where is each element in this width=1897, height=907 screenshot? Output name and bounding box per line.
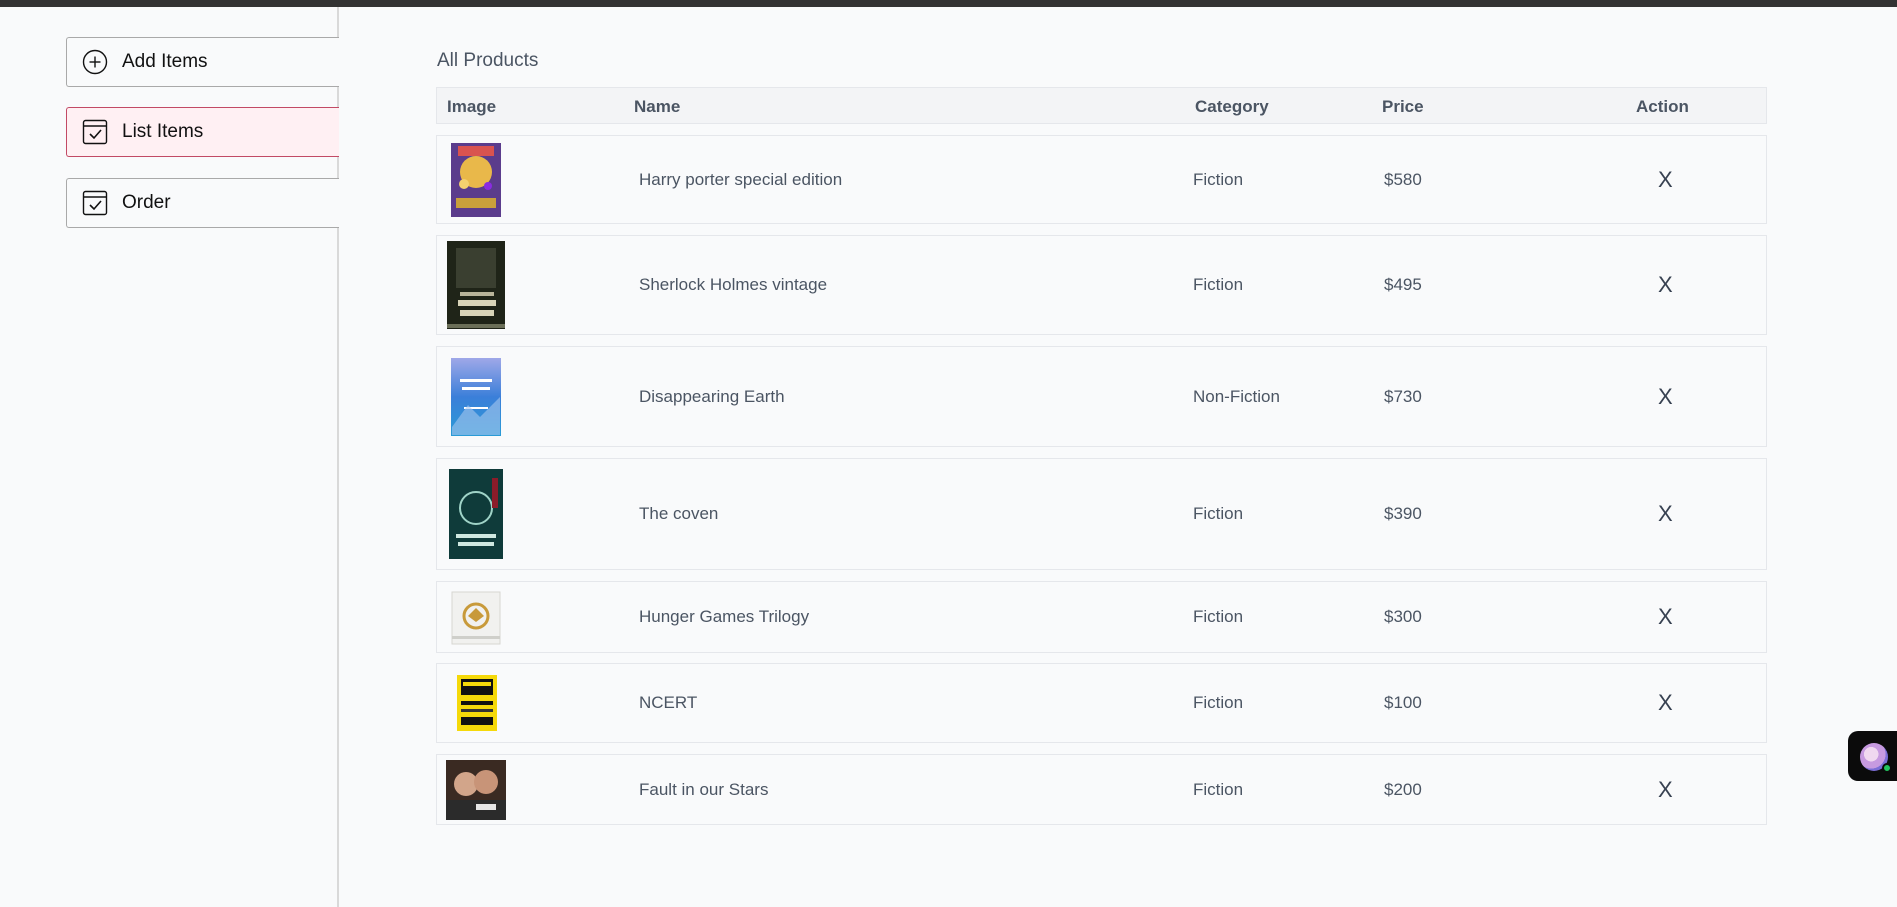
column-header-image: Image [447, 97, 497, 116]
product-category: Fiction [1193, 693, 1244, 712]
product-price: $390 [1384, 504, 1422, 523]
product-name: Sherlock Holmes vintage [639, 275, 828, 294]
product-name: Disappearing Earth [639, 386, 785, 406]
page-title: All Products [437, 50, 539, 71]
remove-item-button[interactable]: X [1658, 690, 1673, 716]
table-header: Image Name Category Price Action [436, 87, 1767, 124]
product-price: $730 [1384, 386, 1422, 406]
product-price: $100 [1384, 693, 1422, 712]
column-header-name: Name [634, 97, 681, 116]
table-row: Sherlock Holmes vintage Fiction $495 X [436, 235, 1767, 335]
sidebar-item-label: List Items [122, 121, 204, 142]
product-category: Fiction [1193, 169, 1244, 189]
product-name: Fault in our Stars [639, 779, 769, 799]
remove-item-button[interactable]: X [1658, 167, 1673, 193]
remove-item-button[interactable]: X [1658, 604, 1673, 630]
product-image [446, 759, 506, 820]
online-status-dot [1882, 763, 1892, 773]
table-row: NCERT Fiction $100 X [436, 663, 1767, 743]
checkbox-icon [82, 190, 108, 216]
product-category: Fiction [1193, 275, 1244, 294]
product-image [446, 240, 506, 330]
product-category: Non-Fiction [1193, 386, 1280, 406]
product-price: $300 [1384, 607, 1422, 626]
sidebar-item-add-items[interactable]: Add Items [66, 37, 339, 87]
product-price: $495 [1384, 275, 1422, 294]
table-row: Harry porter special edition Fiction $58… [436, 135, 1767, 224]
remove-item-button[interactable]: X [1658, 777, 1673, 803]
remove-item-button[interactable]: X [1658, 501, 1673, 527]
product-name: The coven [639, 504, 719, 523]
product-category: Fiction [1193, 607, 1244, 626]
sidebar: Add Items List Items Order [0, 7, 339, 907]
sidebar-item-list-items[interactable]: List Items [66, 107, 339, 157]
sidebar-item-order[interactable]: Order [66, 178, 339, 228]
plus-circle-icon [82, 49, 108, 75]
column-header-price: Price [1382, 97, 1424, 116]
column-header-action: Action [1636, 97, 1689, 116]
remove-item-button[interactable]: X [1658, 272, 1673, 298]
product-image [446, 357, 506, 437]
product-image [446, 142, 506, 218]
chat-widget-button[interactable] [1848, 731, 1897, 781]
product-image [446, 671, 506, 735]
top-bar [0, 0, 1897, 7]
product-category: Fiction [1193, 779, 1244, 799]
product-image [446, 468, 506, 560]
product-name: Harry porter special edition [639, 169, 843, 189]
table-row: Hunger Games Trilogy Fiction $300 X [436, 581, 1767, 653]
checkbox-icon [82, 119, 108, 145]
table-row: Fault in our Stars Fiction $200 X [436, 754, 1767, 825]
remove-item-button[interactable]: X [1658, 384, 1673, 410]
product-name: NCERT [639, 693, 698, 712]
product-price: $200 [1384, 779, 1422, 799]
product-name: Hunger Games Trilogy [639, 607, 810, 626]
product-image [446, 588, 506, 646]
product-category: Fiction [1193, 504, 1244, 523]
product-price: $580 [1384, 169, 1422, 189]
sidebar-item-label: Order [122, 192, 171, 213]
column-header-category: Category [1195, 97, 1269, 116]
table-row: Disappearing Earth Non-Fiction $730 X [436, 346, 1767, 447]
sidebar-item-label: Add Items [122, 51, 208, 72]
table-row: The coven Fiction $390 X [436, 458, 1767, 570]
